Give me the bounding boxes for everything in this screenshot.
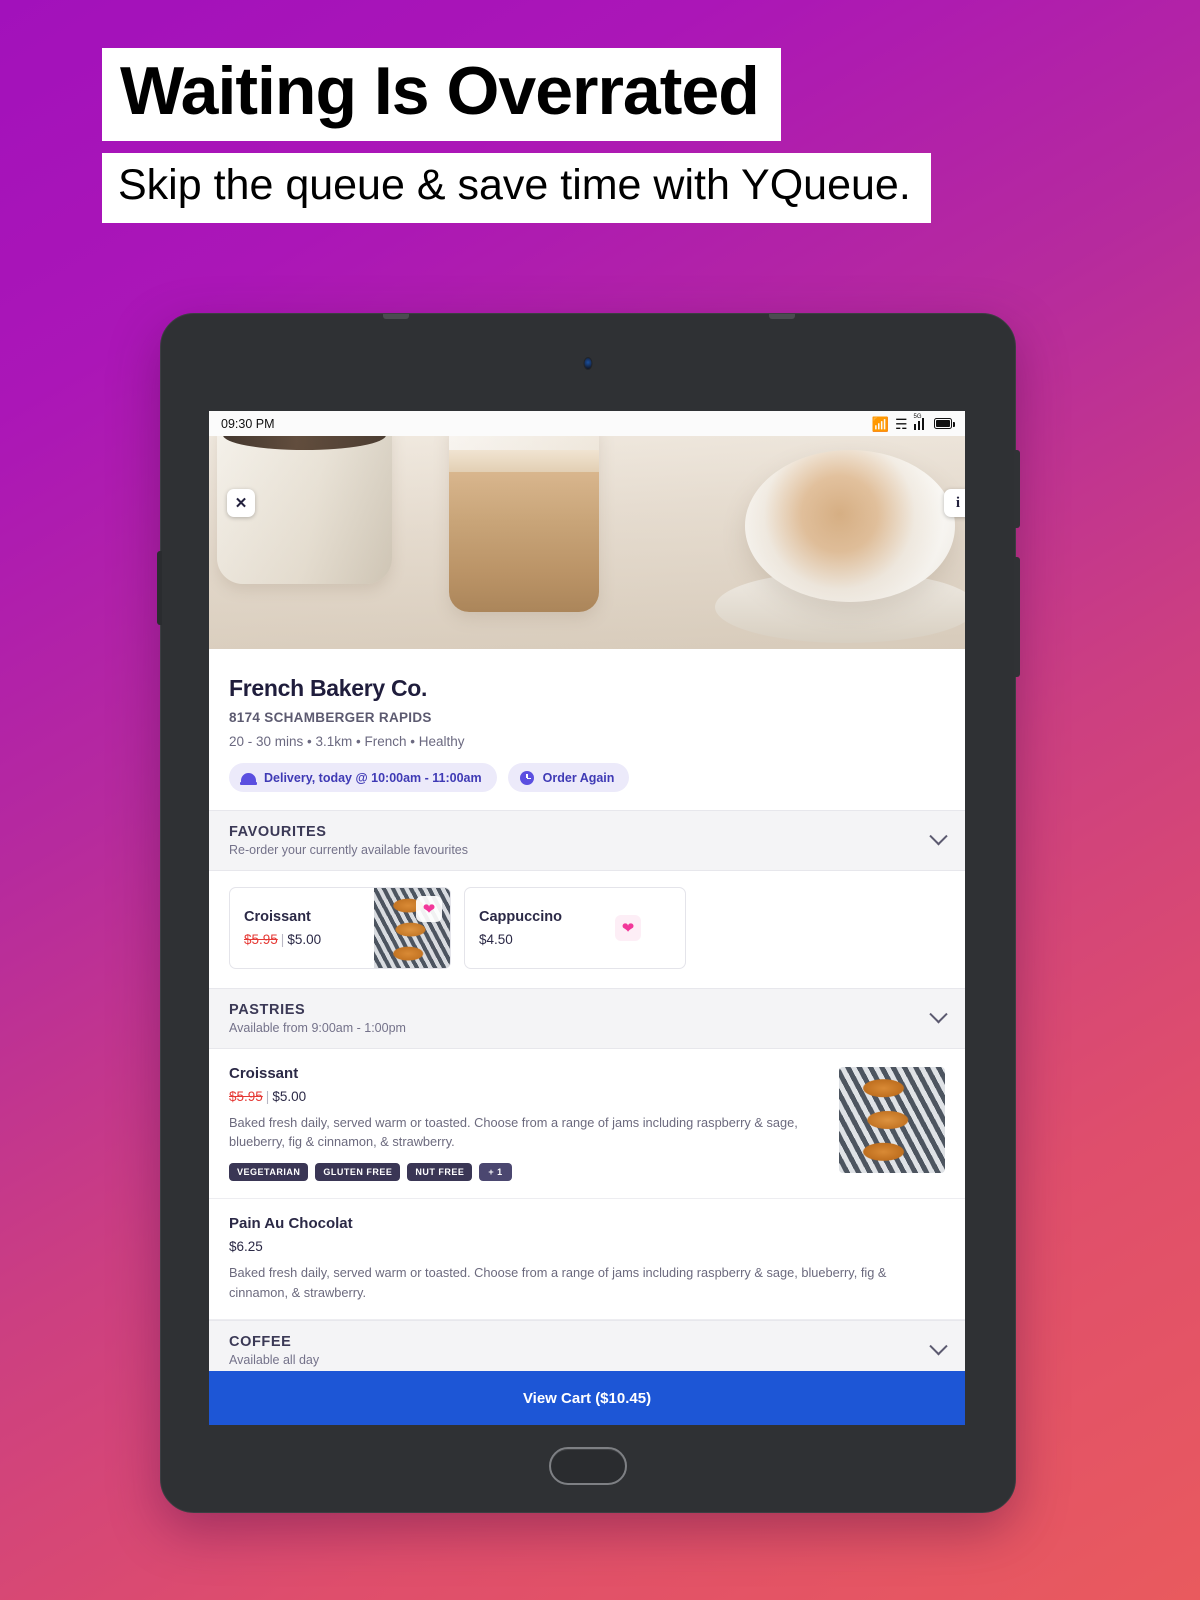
restaurant-meta: 20 - 30 mins • 3.1km • French • Healthy [229, 734, 465, 749]
restaurant-info: French Bakery Co. 8174 SCHAMBERGER RAPID… [209, 649, 965, 810]
favourite-price: $5.00 [287, 932, 322, 947]
info-icon[interactable]: i [944, 489, 965, 517]
speaker-grille-left [383, 314, 409, 319]
bluetooth-icon: 📶 [871, 415, 889, 432]
menu-item-current-price: $5.00 [272, 1089, 307, 1104]
wifi-icon: ☴ [894, 415, 908, 432]
promo-subtitle-banner: Skip the queue & save time with YQueue. [102, 153, 931, 223]
diet-tag: NUT FREE [407, 1163, 473, 1182]
favourite-heart-icon[interactable]: ❤ [615, 915, 641, 941]
battery-icon [934, 418, 955, 429]
favourite-price: $4.50 [479, 932, 513, 947]
section-title: PASTRIES [229, 1002, 306, 1018]
section-title: COFFEE [229, 1333, 292, 1350]
diet-tag-overflow[interactable]: + 1 [479, 1163, 512, 1182]
favourite-name: Cappuccino [479, 909, 562, 925]
delivery-chip-label: Delivery, today @ 10:00am - 11:00am [264, 770, 482, 785]
speaker-grille-right [769, 314, 795, 319]
menu-item-thumbnail [839, 1067, 945, 1173]
chevron-down-icon[interactable] [929, 1005, 948, 1024]
power-button[interactable] [1014, 557, 1020, 677]
order-again-chip-label: Order Again [542, 770, 615, 785]
view-cart-button[interactable]: View Cart ($10.45) [209, 1371, 965, 1425]
front-camera-icon [583, 357, 593, 370]
home-button[interactable] [549, 1447, 627, 1485]
chevron-down-icon[interactable] [929, 827, 948, 846]
restaurant-chips: Delivery, today @ 10:00am - 11:00am Orde… [229, 763, 945, 792]
diet-tag: VEGETARIAN [229, 1163, 309, 1182]
restaurant-address: 8174 SCHAMBERGER RAPIDS [229, 710, 432, 725]
menu-item-current-price: $6.25 [229, 1239, 263, 1255]
restaurant-name: French Bakery Co. [229, 675, 428, 701]
hero-photo [209, 436, 965, 649]
restaurant-hero-image: ✕ i [209, 436, 965, 649]
status-bar-icons: 📶 ☴ 5G [871, 414, 955, 432]
network-type-label: 5G [913, 414, 922, 420]
menu-item-croissant[interactable]: Croissant $5.95 | $5.00 Baked fresh daily,… [209, 1049, 965, 1200]
clock-icon [520, 770, 535, 785]
chevron-down-icon[interactable] [929, 1336, 948, 1356]
section-subtitle: Re-order your currently available favour… [229, 843, 468, 857]
favourites-row: Croissant $5.95 | $5.00 ❤ Cappuccino $4.50… [209, 871, 965, 988]
favourite-card-croissant[interactable]: Croissant $5.95 | $5.00 ❤ [229, 887, 451, 969]
menu-item-pain-au-chocolat[interactable]: Pain Au Chocolat $6.25 Baked fresh daily… [209, 1199, 965, 1320]
left-edge-detail [157, 551, 162, 625]
promo-block: Waiting Is Overrated Skip the queue & sa… [102, 48, 1092, 223]
menu-item-description: Baked fresh daily, served warm or toaste… [229, 1265, 887, 1300]
promo-subtitle: Skip the queue & save time with YQueue. [118, 161, 911, 210]
tablet-device-frame: 09:30 PM 📶 ☴ 5G ✕ i French Bakery Co. 81… [157, 313, 1020, 1513]
section-subtitle: Available from 9:00am - 1:00pm [229, 1021, 406, 1035]
status-bar: 09:30 PM 📶 ☴ 5G [209, 411, 965, 436]
status-bar-time: 09:30 PM [221, 416, 275, 431]
hero-overlay [209, 436, 965, 649]
menu-item-price: $5.95 | $5.00 [229, 1089, 307, 1104]
favourite-prices: $5.95 | $5.00 [244, 932, 322, 947]
section-title: FAVOURITES [229, 824, 327, 840]
favourite-name: Croissant [244, 909, 311, 925]
menu-item-name: Croissant [229, 1065, 299, 1082]
favourite-prices: $4.50 [479, 932, 562, 947]
delivery-dome-icon [240, 770, 257, 785]
menu-item-tags: VEGETARIAN GLUTEN FREE NUT FREE + 1 [229, 1163, 945, 1182]
diet-tag: GLUTEN FREE [315, 1163, 401, 1182]
cellular-5g-icon: 5G [913, 414, 929, 430]
volume-button[interactable] [1014, 450, 1020, 528]
section-header-pastries[interactable]: PASTRIES Available from 9:00am - 1:00pm [209, 988, 965, 1049]
favourite-card-cappuccino[interactable]: Cappuccino $4.50 ❤ [464, 887, 686, 969]
menu-item-name: Pain Au Chocolat [229, 1215, 353, 1233]
section-subtitle: Available all day [229, 1352, 320, 1367]
menu-item-description: Baked fresh daily, served warm or toaste… [229, 1115, 798, 1150]
promo-title: Waiting Is Overrated [120, 53, 760, 129]
menu-item-price: $6.25 [229, 1239, 945, 1254]
menu-item-old-price: $5.95 [229, 1089, 263, 1104]
favourite-card-text: Croissant $5.95 | $5.00 [230, 909, 335, 947]
section-header-favourites[interactable]: FAVOURITES Re-order your currently avail… [209, 810, 965, 871]
favourite-old-price: $5.95 [244, 932, 278, 947]
order-again-chip[interactable]: Order Again [507, 763, 630, 792]
close-icon[interactable]: ✕ [227, 489, 255, 517]
favourite-card-text: Cappuccino $4.50 [465, 909, 576, 947]
promo-title-banner: Waiting Is Overrated [102, 48, 781, 142]
favourite-heart-icon[interactable]: ❤ [416, 896, 442, 922]
device-screen: 09:30 PM 📶 ☴ 5G ✕ i French Bakery Co. 81… [209, 411, 965, 1425]
delivery-time-chip[interactable]: Delivery, today @ 10:00am - 11:00am [229, 763, 497, 792]
